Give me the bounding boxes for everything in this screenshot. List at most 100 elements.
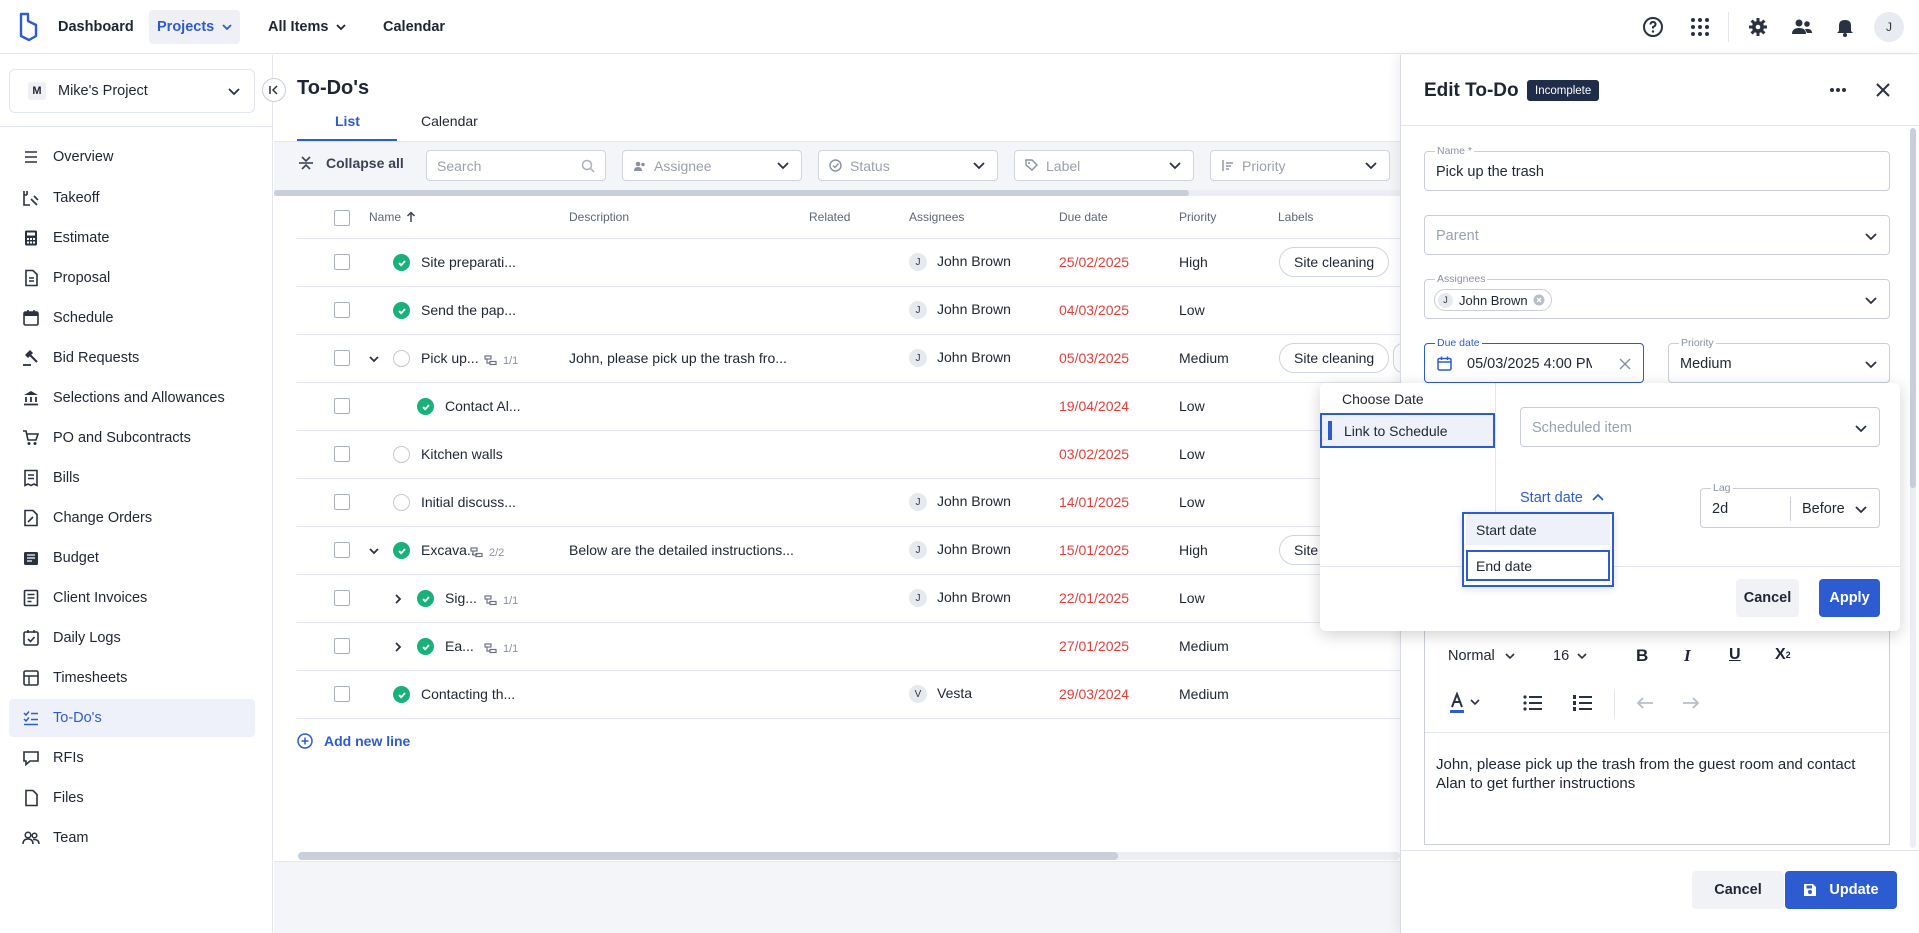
sidebar-item-files[interactable]: Files: [9, 779, 255, 817]
todo-name[interactable]: Contact Al...: [445, 398, 520, 414]
row-checkbox[interactable]: [334, 302, 350, 318]
table-row[interactable]: Send the pap... J John Brown 04/03/2025 Low: [296, 287, 1400, 335]
bold-icon[interactable]: B: [1636, 646, 1648, 666]
scheduled-item-select[interactable]: Scheduled item: [1520, 407, 1880, 447]
todo-name[interactable]: Contacting th...: [421, 686, 515, 702]
table-row[interactable]: Excava... 2/2 Below are the detailed instr…: [296, 527, 1400, 575]
sidebar-item-rfis[interactable]: RFIs: [9, 739, 255, 777]
table-row[interactable]: Site preparati... J John Brown 25/02/2025 Hi…: [296, 239, 1400, 287]
nav-projects[interactable]: Projects: [149, 10, 241, 44]
row-checkbox[interactable]: [334, 446, 350, 462]
collapse-sidebar-icon[interactable]: [262, 78, 286, 102]
superscript-icon[interactable]: X2: [1775, 646, 1791, 664]
numbered-list-icon[interactable]: [1573, 695, 1593, 711]
apply-button[interactable]: Apply: [1819, 579, 1880, 617]
undo-arrow-icon[interactable]: [1636, 696, 1654, 710]
vertical-scrollbar[interactable]: [1910, 128, 1916, 488]
link-to-schedule-option[interactable]: Link to Schedule: [1320, 413, 1495, 448]
tab-list[interactable]: List: [335, 113, 360, 129]
status-complete-icon[interactable]: [393, 254, 410, 271]
row-checkbox[interactable]: [334, 350, 350, 366]
chevron-right-icon[interactable]: [392, 641, 404, 653]
todo-name[interactable]: Initial discuss...: [421, 494, 516, 510]
sidebar-item-takeoff[interactable]: Takeoff: [9, 179, 255, 217]
sidebar-item-to-do-s[interactable]: To-Do's: [9, 699, 255, 737]
priority-select[interactable]: Priority Medium: [1668, 337, 1890, 383]
row-checkbox[interactable]: [334, 398, 350, 414]
settings-gear-icon[interactable]: [1746, 15, 1770, 39]
tab-calendar[interactable]: Calendar: [421, 113, 478, 129]
sidebar-item-proposal[interactable]: Proposal: [9, 259, 255, 297]
sidebar-item-bid-requests[interactable]: Bid Requests: [9, 339, 255, 377]
search-input[interactable]: Search: [426, 150, 606, 181]
sidebar-item-selections-and-allowances[interactable]: Selections and Allowances: [9, 379, 255, 417]
chevron-right-icon[interactable]: [392, 593, 404, 605]
row-checkbox[interactable]: [334, 590, 350, 606]
collapse-all-button[interactable]: Collapse all: [298, 155, 404, 171]
clear-icon[interactable]: [1619, 358, 1631, 370]
update-button[interactable]: Update: [1785, 871, 1897, 909]
assignee-filter[interactable]: Assignee: [622, 150, 802, 181]
table-row[interactable]: Initial discuss... J John Brown 14/01/2025 L…: [296, 479, 1400, 527]
status-complete-icon[interactable]: [393, 302, 410, 319]
select-all-checkbox[interactable]: [334, 210, 350, 226]
lag-field[interactable]: Lag 2d Before: [1700, 482, 1880, 528]
sidebar-item-client-invoices[interactable]: Client Invoices: [9, 579, 255, 617]
column-header-description[interactable]: Description: [569, 210, 629, 224]
table-row[interactable]: Contacting th... V Vesta 29/03/2024 Medium: [296, 671, 1400, 719]
due-date-field[interactable]: Due date 05/03/2025 4:00 PM: [1424, 337, 1644, 383]
underline-icon[interactable]: U: [1729, 646, 1741, 664]
table-row[interactable]: Ea... 1/1 27/01/2025 Medium: [296, 623, 1400, 671]
parent-select[interactable]: Parent: [1424, 215, 1890, 255]
italic-icon[interactable]: I: [1684, 646, 1691, 666]
sidebar-item-schedule[interactable]: Schedule: [9, 299, 255, 337]
status-complete-icon[interactable]: [417, 398, 434, 415]
close-icon[interactable]: [1874, 81, 1892, 102]
sidebar-item-bills[interactable]: Bills: [9, 459, 255, 497]
remove-chip-icon[interactable]: [1533, 294, 1545, 306]
redo-arrow-icon[interactable]: [1682, 696, 1700, 710]
direction-select[interactable]: Before: [1802, 501, 1845, 517]
table-row[interactable]: Sig... 1/1 J John Brown 22/01/2025 Low: [296, 575, 1400, 623]
status-filter[interactable]: Status: [818, 150, 998, 181]
status-incomplete-icon[interactable]: [393, 350, 410, 367]
name-field[interactable]: Name * Pick up the trash: [1424, 145, 1890, 191]
bullet-list-icon[interactable]: [1523, 695, 1543, 711]
todo-name[interactable]: Ea...: [445, 638, 474, 654]
nav-dashboard[interactable]: Dashboard: [50, 10, 142, 44]
app-logo-icon[interactable]: [17, 12, 39, 42]
todo-name[interactable]: Kitchen walls: [421, 446, 503, 462]
add-new-line-button[interactable]: Add new line: [297, 733, 410, 749]
apps-grid-icon[interactable]: [1688, 15, 1712, 39]
chevron-down-icon[interactable]: [368, 545, 380, 557]
users-icon[interactable]: [1790, 15, 1814, 39]
column-header-related[interactable]: Related: [809, 210, 850, 224]
nav-all-items[interactable]: All Items: [260, 10, 354, 44]
sidebar-item-team[interactable]: Team: [9, 819, 255, 857]
todo-name[interactable]: Sig...: [445, 590, 477, 606]
row-checkbox[interactable]: [334, 254, 350, 270]
start-date-option[interactable]: Start date: [1466, 514, 1610, 545]
choose-date-option[interactable]: Choose Date: [1342, 391, 1424, 407]
sidebar-item-change-orders[interactable]: Change Orders: [9, 499, 255, 537]
chevron-down-icon[interactable]: [368, 353, 380, 365]
label-filter[interactable]: Label: [1014, 150, 1194, 181]
more-options-icon[interactable]: [1828, 80, 1848, 103]
status-complete-icon[interactable]: [393, 686, 410, 703]
horizontal-scrollbar[interactable]: [298, 852, 1118, 860]
todo-name[interactable]: Send the pap...: [421, 302, 516, 318]
sidebar-item-overview[interactable]: Overview: [9, 138, 255, 176]
help-icon[interactable]: [1641, 15, 1665, 39]
column-header-priority[interactable]: Priority: [1179, 210, 1216, 224]
row-checkbox[interactable]: [334, 638, 350, 654]
row-checkbox[interactable]: [334, 542, 350, 558]
nav-calendar[interactable]: Calendar: [375, 10, 453, 44]
project-selector[interactable]: M Mike's Project: [9, 69, 255, 113]
status-complete-icon[interactable]: [393, 542, 410, 559]
status-complete-icon[interactable]: [417, 638, 434, 655]
sidebar-item-timesheets[interactable]: Timesheets: [9, 659, 255, 697]
horizontal-scrollbar[interactable]: [274, 190, 1189, 196]
table-row[interactable]: Pick up... 1/1 John, please pick up the tr…: [296, 335, 1413, 383]
table-row[interactable]: Contact Al... 19/04/2024 Low: [296, 383, 1400, 431]
sidebar-item-estimate[interactable]: Estimate: [9, 219, 255, 257]
